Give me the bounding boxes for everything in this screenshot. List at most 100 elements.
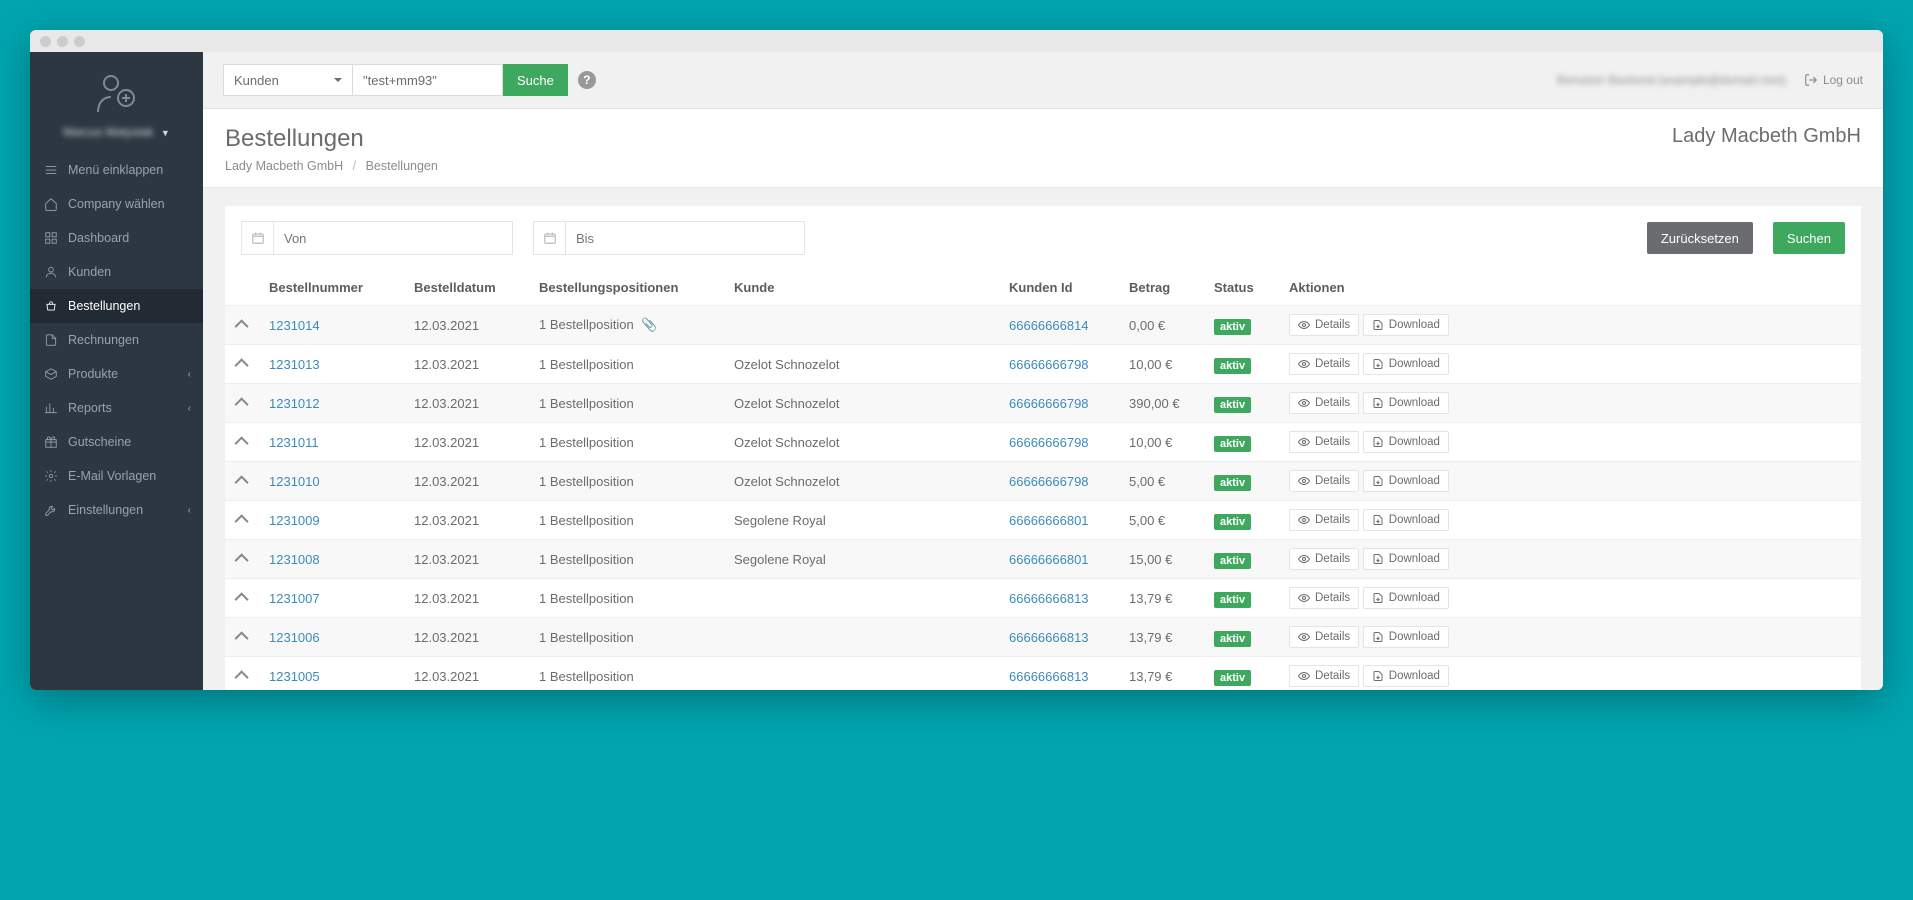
breadcrumb-current: Bestellungen (366, 159, 438, 173)
amount: 390,00 € (1121, 384, 1206, 423)
download-button[interactable]: Download (1363, 509, 1449, 531)
customer-id-link[interactable]: 66666666798 (1009, 474, 1089, 489)
gears-icon (44, 469, 58, 483)
eye-icon (1298, 397, 1310, 409)
sidebar-item-label: Produkte (68, 367, 118, 381)
sidebar-item-menü-einklappen[interactable]: Menü einklappen (30, 153, 203, 187)
table-row: 1231012 12.03.2021 1 Bestellposition Oze… (225, 384, 1861, 423)
details-button[interactable]: Details (1289, 626, 1359, 648)
expand-row-icon[interactable] (235, 475, 249, 489)
date-from-input[interactable] (273, 221, 513, 255)
sidebar-item-e-mail-vorlagen[interactable]: E-Mail Vorlagen (30, 459, 203, 493)
status-badge: aktiv (1214, 475, 1251, 491)
sidebar-item-produkte[interactable]: Produkte ‹ (30, 357, 203, 391)
details-button[interactable]: Details (1289, 470, 1359, 492)
customer-id-link[interactable]: 66666666801 (1009, 513, 1089, 528)
search-category-select[interactable]: Kunden (223, 64, 353, 96)
sidebar-profile[interactable]: Marcus Matysiak ▼ (30, 52, 203, 153)
chevron-down-icon: ▼ (161, 128, 170, 138)
sidebar-item-rechnungen[interactable]: Rechnungen (30, 323, 203, 357)
order-positions: 1 Bestellposition (531, 384, 726, 423)
page-title: Bestellungen (225, 125, 438, 153)
customer-id-link[interactable]: 66666666798 (1009, 396, 1089, 411)
details-button[interactable]: Details (1289, 431, 1359, 453)
customer-id-link[interactable]: 66666666814 (1009, 318, 1089, 333)
details-button[interactable]: Details (1289, 548, 1359, 570)
details-button[interactable]: Details (1289, 314, 1359, 336)
avatar-icon (93, 72, 141, 114)
customer-id-link[interactable]: 66666666813 (1009, 669, 1089, 684)
details-button[interactable]: Details (1289, 509, 1359, 531)
topbar: Kunden Suche ? Benutzer Backend (example… (203, 52, 1883, 109)
reset-button[interactable]: Zurücksetzen (1647, 222, 1753, 254)
download-button[interactable]: Download (1363, 470, 1449, 492)
expand-row-icon[interactable] (235, 358, 249, 372)
sidebar-item-company-wählen[interactable]: Company wählen (30, 187, 203, 221)
logout-link[interactable]: Log out (1804, 73, 1863, 87)
expand-row-icon[interactable] (235, 553, 249, 567)
customer-id-link[interactable]: 66666666813 (1009, 630, 1089, 645)
order-number-link[interactable]: 1231005 (269, 669, 320, 684)
user-icon (44, 265, 58, 279)
attachment-icon: 📎 (641, 317, 657, 332)
expand-row-icon[interactable] (235, 631, 249, 645)
sidebar-item-dashboard[interactable]: Dashboard (30, 221, 203, 255)
download-button[interactable]: Download (1363, 626, 1449, 648)
sidebar-item-reports[interactable]: Reports ‹ (30, 391, 203, 425)
col-date: Bestelldatum (406, 270, 531, 306)
expand-row-icon[interactable] (235, 592, 249, 606)
customer-id-link[interactable]: 66666666813 (1009, 591, 1089, 606)
date-to-input[interactable] (565, 221, 805, 255)
sidebar-item-kunden[interactable]: Kunden (30, 255, 203, 289)
order-number-link[interactable]: 1231007 (269, 591, 320, 606)
sidebar-item-einstellungen[interactable]: Einstellungen ‹ (30, 493, 203, 527)
customer-name (726, 618, 1001, 657)
order-number-link[interactable]: 1231008 (269, 552, 320, 567)
customer-name (726, 306, 1001, 345)
order-number-link[interactable]: 1231010 (269, 474, 320, 489)
download-button[interactable]: Download (1363, 353, 1449, 375)
details-button[interactable]: Details (1289, 665, 1359, 687)
table-row: 1231006 12.03.2021 1 Bestellposition 666… (225, 618, 1861, 657)
sidebar-item-label: Dashboard (68, 231, 129, 245)
order-date: 12.03.2021 (406, 618, 531, 657)
details-button[interactable]: Details (1289, 392, 1359, 414)
window-close-dot[interactable] (40, 36, 51, 47)
sidebar-item-bestellungen[interactable]: Bestellungen (30, 289, 203, 323)
customer-id-link[interactable]: 66666666798 (1009, 435, 1089, 450)
expand-row-icon[interactable] (235, 436, 249, 450)
window-min-dot[interactable] (57, 36, 68, 47)
window-max-dot[interactable] (74, 36, 85, 47)
order-number-link[interactable]: 1231014 (269, 318, 320, 333)
download-button[interactable]: Download (1363, 392, 1449, 414)
search-input[interactable] (353, 64, 503, 96)
filter-search-button[interactable]: Suchen (1773, 222, 1845, 254)
customer-name: Segolene Royal (726, 540, 1001, 579)
download-button[interactable]: Download (1363, 431, 1449, 453)
order-number-link[interactable]: 1231006 (269, 630, 320, 645)
sidebar-item-label: Bestellungen (68, 299, 140, 313)
search-button[interactable]: Suche (503, 64, 568, 96)
amount: 13,79 € (1121, 657, 1206, 691)
download-button[interactable]: Download (1363, 314, 1449, 336)
details-button[interactable]: Details (1289, 353, 1359, 375)
order-positions: 1 Bestellposition (531, 423, 726, 462)
help-icon[interactable]: ? (578, 71, 596, 89)
order-number-link[interactable]: 1231013 (269, 357, 320, 372)
details-button[interactable]: Details (1289, 587, 1359, 609)
expand-row-icon[interactable] (235, 319, 249, 333)
download-button[interactable]: Download (1363, 587, 1449, 609)
order-number-link[interactable]: 1231009 (269, 513, 320, 528)
expand-row-icon[interactable] (235, 670, 249, 684)
customer-id-link[interactable]: 66666666801 (1009, 552, 1089, 567)
customer-id-link[interactable]: 66666666798 (1009, 357, 1089, 372)
table-row: 1231010 12.03.2021 1 Bestellposition Oze… (225, 462, 1861, 501)
download-button[interactable]: Download (1363, 665, 1449, 687)
download-button[interactable]: Download (1363, 548, 1449, 570)
sidebar-item-gutscheine[interactable]: Gutscheine (30, 425, 203, 459)
breadcrumb-root[interactable]: Lady Macbeth GmbH (225, 159, 343, 173)
order-number-link[interactable]: 1231011 (269, 435, 319, 450)
order-number-link[interactable]: 1231012 (269, 396, 320, 411)
expand-row-icon[interactable] (235, 514, 249, 528)
expand-row-icon[interactable] (235, 397, 249, 411)
